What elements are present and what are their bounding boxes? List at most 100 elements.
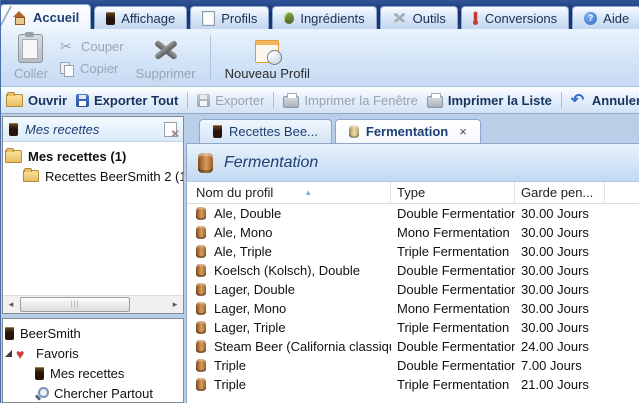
beer-icon [35,367,44,380]
column-header-filler [605,182,639,203]
folder-open-icon [5,150,22,163]
paste-button[interactable]: Coller [7,31,55,84]
barrel-icon [196,340,206,353]
toolbar-separator [561,92,562,109]
doc-tab-recettes[interactable]: Recettes Bee... [199,119,332,143]
main-area: Recettes Bee... Fermentation × Fermentatio… [186,115,639,403]
table-header-row: Nom du profil▲TypeGarde pen... [187,182,639,204]
tree-item[interactable]: Mes recettes (1) [5,146,181,166]
search-icon [35,387,48,400]
cut-button[interactable]: Couper [57,37,127,56]
table-row[interactable]: TripleTriple Fermentation21.00 Jours [187,375,639,394]
table-row[interactable]: Ale, MonoMono Fermentation30.00 Jours [187,223,639,242]
toolbar-annuler-button[interactable]: Annuler [571,93,639,108]
cell-garde: 30.00 Jours [515,301,605,316]
delete-button[interactable]: Supprimer [129,31,203,84]
tab-label: Accueil [33,10,79,25]
recipes-panel-title: Mes recettes [25,122,157,137]
profile-name: Lager, Mono [214,301,286,316]
copy-icon [60,62,75,76]
page-title: Fermentation [224,154,318,172]
cell-type: Mono Fermentation [391,301,515,316]
profiles-table: Nom du profil▲TypeGarde pen... Ale, Doub… [187,182,639,403]
profile-name: Ale, Mono [214,225,273,240]
barrel-icon [196,207,206,220]
toolbar-imprimer-la-liste-button[interactable]: Imprimer la Liste [427,93,552,108]
toolbar-exporter-button[interactable]: Exporter [197,93,264,108]
ribbon: Coller Couper Copier Supprimer Nouveau P… [1,29,639,87]
barrel-icon [196,378,206,391]
tree-item[interactable]: Chercher Partout [35,383,181,403]
new-profile-button[interactable]: Nouveau Profil [218,31,317,84]
tree-item[interactable]: BeerSmith [5,323,181,343]
cut-copy-group: Couper Copier [57,31,127,84]
cell-name: Triple [187,377,391,392]
tab-aide[interactable]: Aide [572,6,639,29]
barrel-tan-icon [349,125,359,138]
tree-item-label: Chercher Partout [54,386,153,401]
folder-open-icon [6,94,23,107]
tree-item[interactable]: Recettes BeerSmith 2 (19) [23,166,181,186]
tab-accueil[interactable]: Accueil [0,4,91,29]
recipes-tree: Mes recettes (1)Recettes BeerSmith 2 (19… [3,142,183,295]
close-tab-icon[interactable]: × [459,124,467,139]
delete-x-icon [152,37,180,63]
toolbar-exporter-tout-label: Exporter Tout [94,93,178,108]
cell-garde: 30.00 Jours [515,282,605,297]
cell-name: Ale, Mono [187,225,391,240]
page-icon [202,11,215,26]
doc-tab-fermentation[interactable]: Fermentation × [335,119,481,143]
copy-label: Copier [80,61,118,76]
table-row[interactable]: Lager, DoubleDouble Fermentation30.00 Jo… [187,280,639,299]
table-row[interactable]: Lager, Mono Mono Fermentation30.00 Jours [187,299,639,318]
table-row[interactable]: Ale, TripleTriple Fermentation30.00 Jour… [187,242,639,261]
cell-garde: 30.00 Jours [515,244,605,259]
toolbar-imprimer-la-fenetre-button[interactable]: Imprimer la Fenêtre [283,93,417,108]
table-row[interactable]: Ale, DoubleDouble Fermentation30.00 Jour… [187,204,639,223]
tab-ingredients[interactable]: Ingrédients [272,6,376,29]
toolbar-imprimer-la-fenetre-label: Imprimer la Fenêtre [304,93,417,108]
heart-icon [16,347,30,360]
column-header-garde[interactable]: Garde pen... [515,182,605,203]
tab-conversions[interactable]: Conversions [461,6,569,29]
horizontal-scrollbar[interactable]: ◂ ||| ▸ [3,295,183,313]
sort-ascending-icon: ▲ [304,188,312,197]
cell-name: Lager, Mono [187,301,391,316]
toolbar-exporter-tout-button[interactable]: Exporter Tout [76,93,178,108]
cell-name: Steam Beer (California classiqu... [187,339,391,354]
tree-item[interactable]: Favoris [5,343,181,363]
scroll-left-arrow-icon[interactable]: ◂ [3,297,19,312]
cell-type: Double Fermentation [391,282,515,297]
table-row[interactable]: TripleDouble Fermentation7.00 Jours [187,356,639,375]
tree-item[interactable]: Mes recettes [35,363,181,383]
table-row[interactable]: Lager, TripleTriple Fermentation30.00 Jo… [187,318,639,337]
profile-name: Koelsch (Kolsch), Double [214,263,360,278]
barrel-icon [198,153,213,173]
copy-button[interactable]: Copier [57,59,127,78]
tab-profils[interactable]: Profils [190,6,269,29]
toolbar-annuler-label: Annuler [592,93,639,108]
scroll-right-arrow-icon[interactable]: ▸ [167,297,183,312]
tab-outils[interactable]: Outils [380,6,458,29]
cell-type: Double Fermentation [391,358,515,373]
table-row[interactable]: Steam Beer (California classiqu...Double… [187,337,639,356]
column-header-type[interactable]: Type [391,182,515,203]
tree-item-label: BeerSmith [20,326,81,341]
profile-name: Triple [214,358,246,373]
doc-tab-label: Fermentation [366,124,448,139]
cell-type: Triple Fermentation [391,244,515,259]
tab-affichage[interactable]: Affichage [94,6,187,29]
export-icon [197,94,210,107]
scrollbar-thumb[interactable]: ||| [20,297,130,312]
close-panel-icon[interactable] [164,122,177,137]
expanded-triangle-icon [5,350,12,357]
barrel-icon [196,264,206,277]
table-row[interactable]: Koelsch (Kolsch), DoubleDouble Fermentat… [187,261,639,280]
sidebar: Mes recettes Mes recettes (1)Recettes Be… [1,115,186,403]
tab-label: Ingrédients [300,11,364,26]
toolbar-ouvrir-button[interactable]: Ouvrir [6,93,67,108]
printer-icon [283,96,299,108]
toolbar: Ouvrir Exporter Tout Exporter Imprimer la F… [1,87,639,114]
column-header-name[interactable]: Nom du profil▲ [187,182,391,203]
toolbar-exporter-label: Exporter [215,93,264,108]
